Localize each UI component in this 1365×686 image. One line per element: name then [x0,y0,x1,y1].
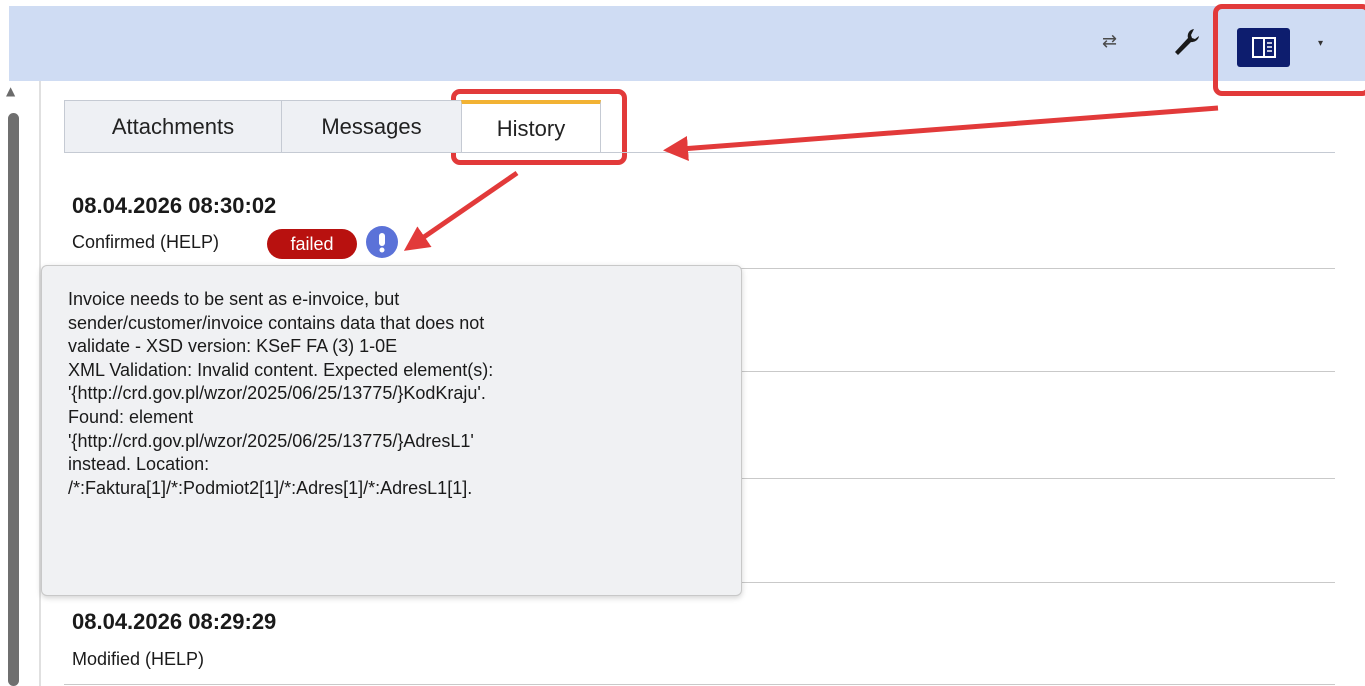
tooltip-line: sender/customer/invoice contains data th… [68,312,485,333]
tooltip-line: instead. Location: [68,454,210,475]
tab-attachments[interactable]: Attachments [64,100,282,153]
info-glyph-icon [379,233,385,253]
tooltip-line: validate - XSD version: KSeF FA (3) 1-0E [68,336,398,357]
status-badge-label: failed [290,233,334,254]
tooltip-line: Invoice needs to be sent as e-invoice, b… [68,289,400,309]
wrench-icon[interactable] [1172,26,1200,58]
error-tooltip: Invoice needs to be sent as e-invoice, b… [41,265,742,596]
window-left-edge [0,0,9,81]
history-entry-status: Modified (HELP) [72,649,205,669]
info-icon[interactable] [366,226,398,258]
tooltip-line: /*:Faktura[1]/*:Podmiot2[1]/*:Adres[1]/*… [68,477,473,498]
toolbar [0,0,1365,81]
tab-history[interactable]: History [461,100,601,153]
arrow-to-history-tab [663,105,1219,161]
history-entry-date: 08.04.2026 08:30:02 [72,193,277,218]
window-top-edge [0,0,1365,6]
tab-messages[interactable]: Messages [281,100,462,153]
status-badge: failed [267,229,357,259]
tab-label: Attachments [111,113,235,139]
history-entry-status: Confirmed (HELP) [72,232,220,252]
history-entry-date: 08.04.2026 08:29:29 [72,609,277,634]
tab-strip-divider [64,152,1335,153]
tab-label: History [496,115,566,141]
tooltip-line: '{http://crd.gov.pl/wzor/2025/06/25/1377… [68,430,474,451]
tooltip-line: '{http://crd.gov.pl/wzor/2025/06/25/1377… [68,383,486,404]
tab-label: Messages [321,113,422,139]
scrollbar-thumb[interactable] [8,113,19,686]
scroll-up-arrow-icon[interactable]: ▲ [6,84,15,98]
history-divider [64,684,1335,685]
highlight-panel-button [1213,4,1365,96]
swap-arrows-icon[interactable]: ⇄ [1102,30,1124,54]
arrow-to-info-icon [403,170,519,251]
tooltip-line: Found: element [68,406,194,427]
tooltip-line: XML Validation: Invalid content. Expecte… [68,359,494,380]
